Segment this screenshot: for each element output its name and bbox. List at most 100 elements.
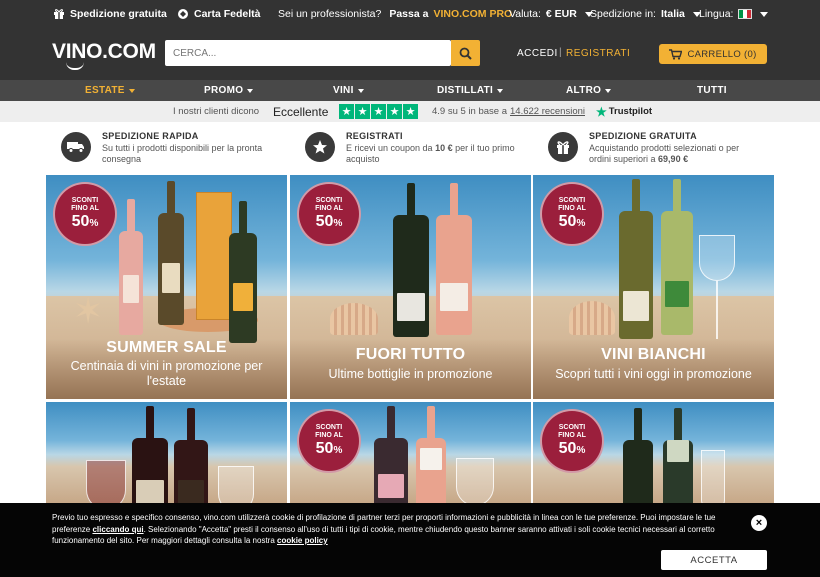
shipping-country-selector[interactable]: Spedizione in: Italia: [590, 0, 701, 28]
trust-score: 4.9 su 5 in base a: [432, 106, 507, 117]
benefit-desc-amount: 69,90 €: [658, 154, 689, 164]
loyalty-card-link[interactable]: Carta Fedeltà: [177, 0, 261, 28]
site-logo[interactable]: VINO.COM: [52, 40, 156, 64]
ship-value: Italia: [660, 8, 685, 20]
badge-text: SCONTI FINO AL: [315, 197, 343, 212]
search-input[interactable]: [165, 40, 451, 66]
nav-item-tutti[interactable]: TUTTI: [697, 80, 727, 101]
tile-subtitle: Centinaia di vini in promozione per l'es…: [70, 359, 263, 388]
promo-tile-fuori-tutto[interactable]: SCONTI FINO AL 50% FUORI TUTTO Ultime bot…: [290, 175, 531, 399]
cookie-banner: Previo tuo espresso e specifico consenso…: [0, 503, 820, 577]
sparkling-bottle: [623, 408, 653, 503]
cookie-text: Previo tuo espresso e specifico consenso…: [52, 512, 742, 547]
register-link[interactable]: REGISTRATI: [566, 48, 630, 59]
main-nav: ESTATE PROMO VINI DISTILLATI ALTRO TUTTI: [0, 80, 820, 101]
starfish-icon: ✶: [73, 290, 104, 331]
trust-stars: ★ ★ ★ ★ ★: [339, 101, 418, 122]
benefit-desc: E ricevi un coupon da 10 € per il tuo pr…: [346, 143, 516, 165]
star-icon: [305, 132, 335, 162]
currency-selector[interactable]: Valuta: € EUR: [509, 0, 593, 28]
promo-tile-summer-sale[interactable]: ✶ SCONTI FINO AL 50% SUMMER SALE Centinai…: [46, 175, 287, 399]
logo-smile-mark: [66, 62, 84, 70]
nav-label: VINI: [333, 85, 354, 96]
nav-label: DISTILLATI: [437, 85, 494, 96]
nav-label: PROMO: [204, 85, 244, 96]
promo-tile-sparkling[interactable]: SCONTI FINO AL 50%: [290, 402, 531, 503]
discount-badge: SCONTI FINO AL 50%: [540, 409, 604, 473]
nav-label: TUTTI: [697, 85, 727, 96]
star-icon: ★: [355, 104, 370, 119]
discount-badge: SCONTI FINO AL 50%: [53, 182, 117, 246]
pro-promo: Sei un professionista? Passa a VINO.COM …: [278, 0, 512, 28]
cart-button[interactable]: CARRELLO (0): [659, 44, 767, 64]
chevron-down-icon: [497, 88, 504, 93]
nav-label: ALTRO: [566, 85, 602, 96]
rose-bottle: [119, 199, 143, 335]
white-bottle: [619, 179, 653, 339]
nav-item-vini[interactable]: VINI: [333, 80, 364, 101]
promo-tile-red-wines[interactable]: [46, 402, 287, 503]
loyalty-icon: [178, 9, 188, 19]
badge-text: SCONTI FINO AL: [558, 424, 586, 439]
discount-badge: SCONTI FINO AL 50%: [540, 182, 604, 246]
accept-cookies-button[interactable]: ACCETTA: [661, 550, 767, 570]
promo-tile-vini-bianchi[interactable]: SCONTI FINO AL 50% VINI BIANCHI Scopri tu…: [533, 175, 774, 399]
language-label: Lingua:: [699, 8, 734, 20]
star-icon: ★: [371, 104, 386, 119]
tile-subtitle: Scopri tutti i vini oggi in promozione: [555, 367, 752, 381]
search-button[interactable]: [451, 40, 480, 66]
trustpilot-logo[interactable]: ★ Trustpilot: [596, 101, 652, 122]
seashell-icon: [569, 301, 615, 335]
wine-glass: [456, 458, 494, 503]
auth-separator: |: [559, 47, 562, 58]
badge-text: SCONTI FINO AL: [558, 197, 586, 212]
close-icon[interactable]: ×: [751, 515, 767, 531]
sparkling-bottle: [374, 406, 408, 503]
sparkling-bottle: [393, 183, 429, 337]
wine-glass: [86, 460, 126, 503]
italy-flag-icon: [738, 9, 753, 19]
language-selector[interactable]: Lingua:: [699, 0, 769, 28]
glass-stem: [716, 281, 718, 339]
rose-bottle: [416, 406, 446, 503]
loyalty-label: Carta Fedeltà: [194, 8, 261, 20]
tile-subtitle: Ultime bottiglie in promozione: [328, 367, 493, 381]
badge-value: 50%: [71, 213, 99, 230]
gift-box: [196, 192, 232, 320]
nav-item-estate[interactable]: ESTATE: [85, 80, 135, 101]
benefit-desc: Su tutti i prodotti disponibili per la p…: [102, 143, 263, 164]
trust-reviews-link[interactable]: 14.622 recensioni: [510, 101, 585, 122]
tile-title: VINI BIANCHI: [601, 346, 706, 363]
search-icon: [459, 47, 472, 60]
nav-item-altro[interactable]: ALTRO: [566, 80, 612, 101]
cookie-text-part: . Selezionando "Accetta" presti il conse…: [52, 524, 715, 546]
cookie-preferences-link[interactable]: cliccando qui: [92, 525, 143, 534]
badge-value: 50%: [558, 440, 586, 457]
cookie-policy-link[interactable]: cookie policy: [277, 536, 328, 545]
white-bottle: [158, 181, 184, 325]
nav-item-distillati[interactable]: DISTILLATI: [437, 80, 504, 101]
badge-text: SCONTI FINO AL: [315, 424, 343, 439]
flute-glass: [701, 450, 725, 503]
nav-item-promo[interactable]: PROMO: [204, 80, 254, 101]
benefit-desc-amount: 10 €: [435, 143, 453, 153]
champagne-bottle: [229, 201, 257, 343]
green-bottle: [661, 179, 693, 335]
discount-badge: SCONTI FINO AL 50%: [297, 409, 361, 473]
chevron-down-icon: [760, 11, 769, 17]
badge-text: SCONTI FINO AL: [71, 197, 99, 212]
cart-icon: [669, 48, 683, 60]
pro-link-brand[interactable]: VINO.COM PRO: [433, 8, 512, 20]
free-shipping-link[interactable]: Spedizione gratuita: [53, 0, 167, 28]
wine-glass: [699, 235, 735, 281]
benefit-title: SPEDIZIONE GRATUITA: [589, 131, 697, 141]
benefit-title: REGISTRATI: [346, 131, 403, 141]
badge-value: 50%: [315, 440, 343, 457]
nav-label: ESTATE: [85, 85, 125, 96]
promo-tile-prosecco[interactable]: SCONTI FINO AL 50%: [533, 402, 774, 503]
login-link[interactable]: ACCEDI: [517, 48, 558, 59]
seashell-icon: [330, 303, 378, 335]
chevron-down-icon: [605, 88, 612, 93]
gift-icon: [548, 132, 578, 162]
pro-link-prefix[interactable]: Passa a: [389, 8, 428, 20]
